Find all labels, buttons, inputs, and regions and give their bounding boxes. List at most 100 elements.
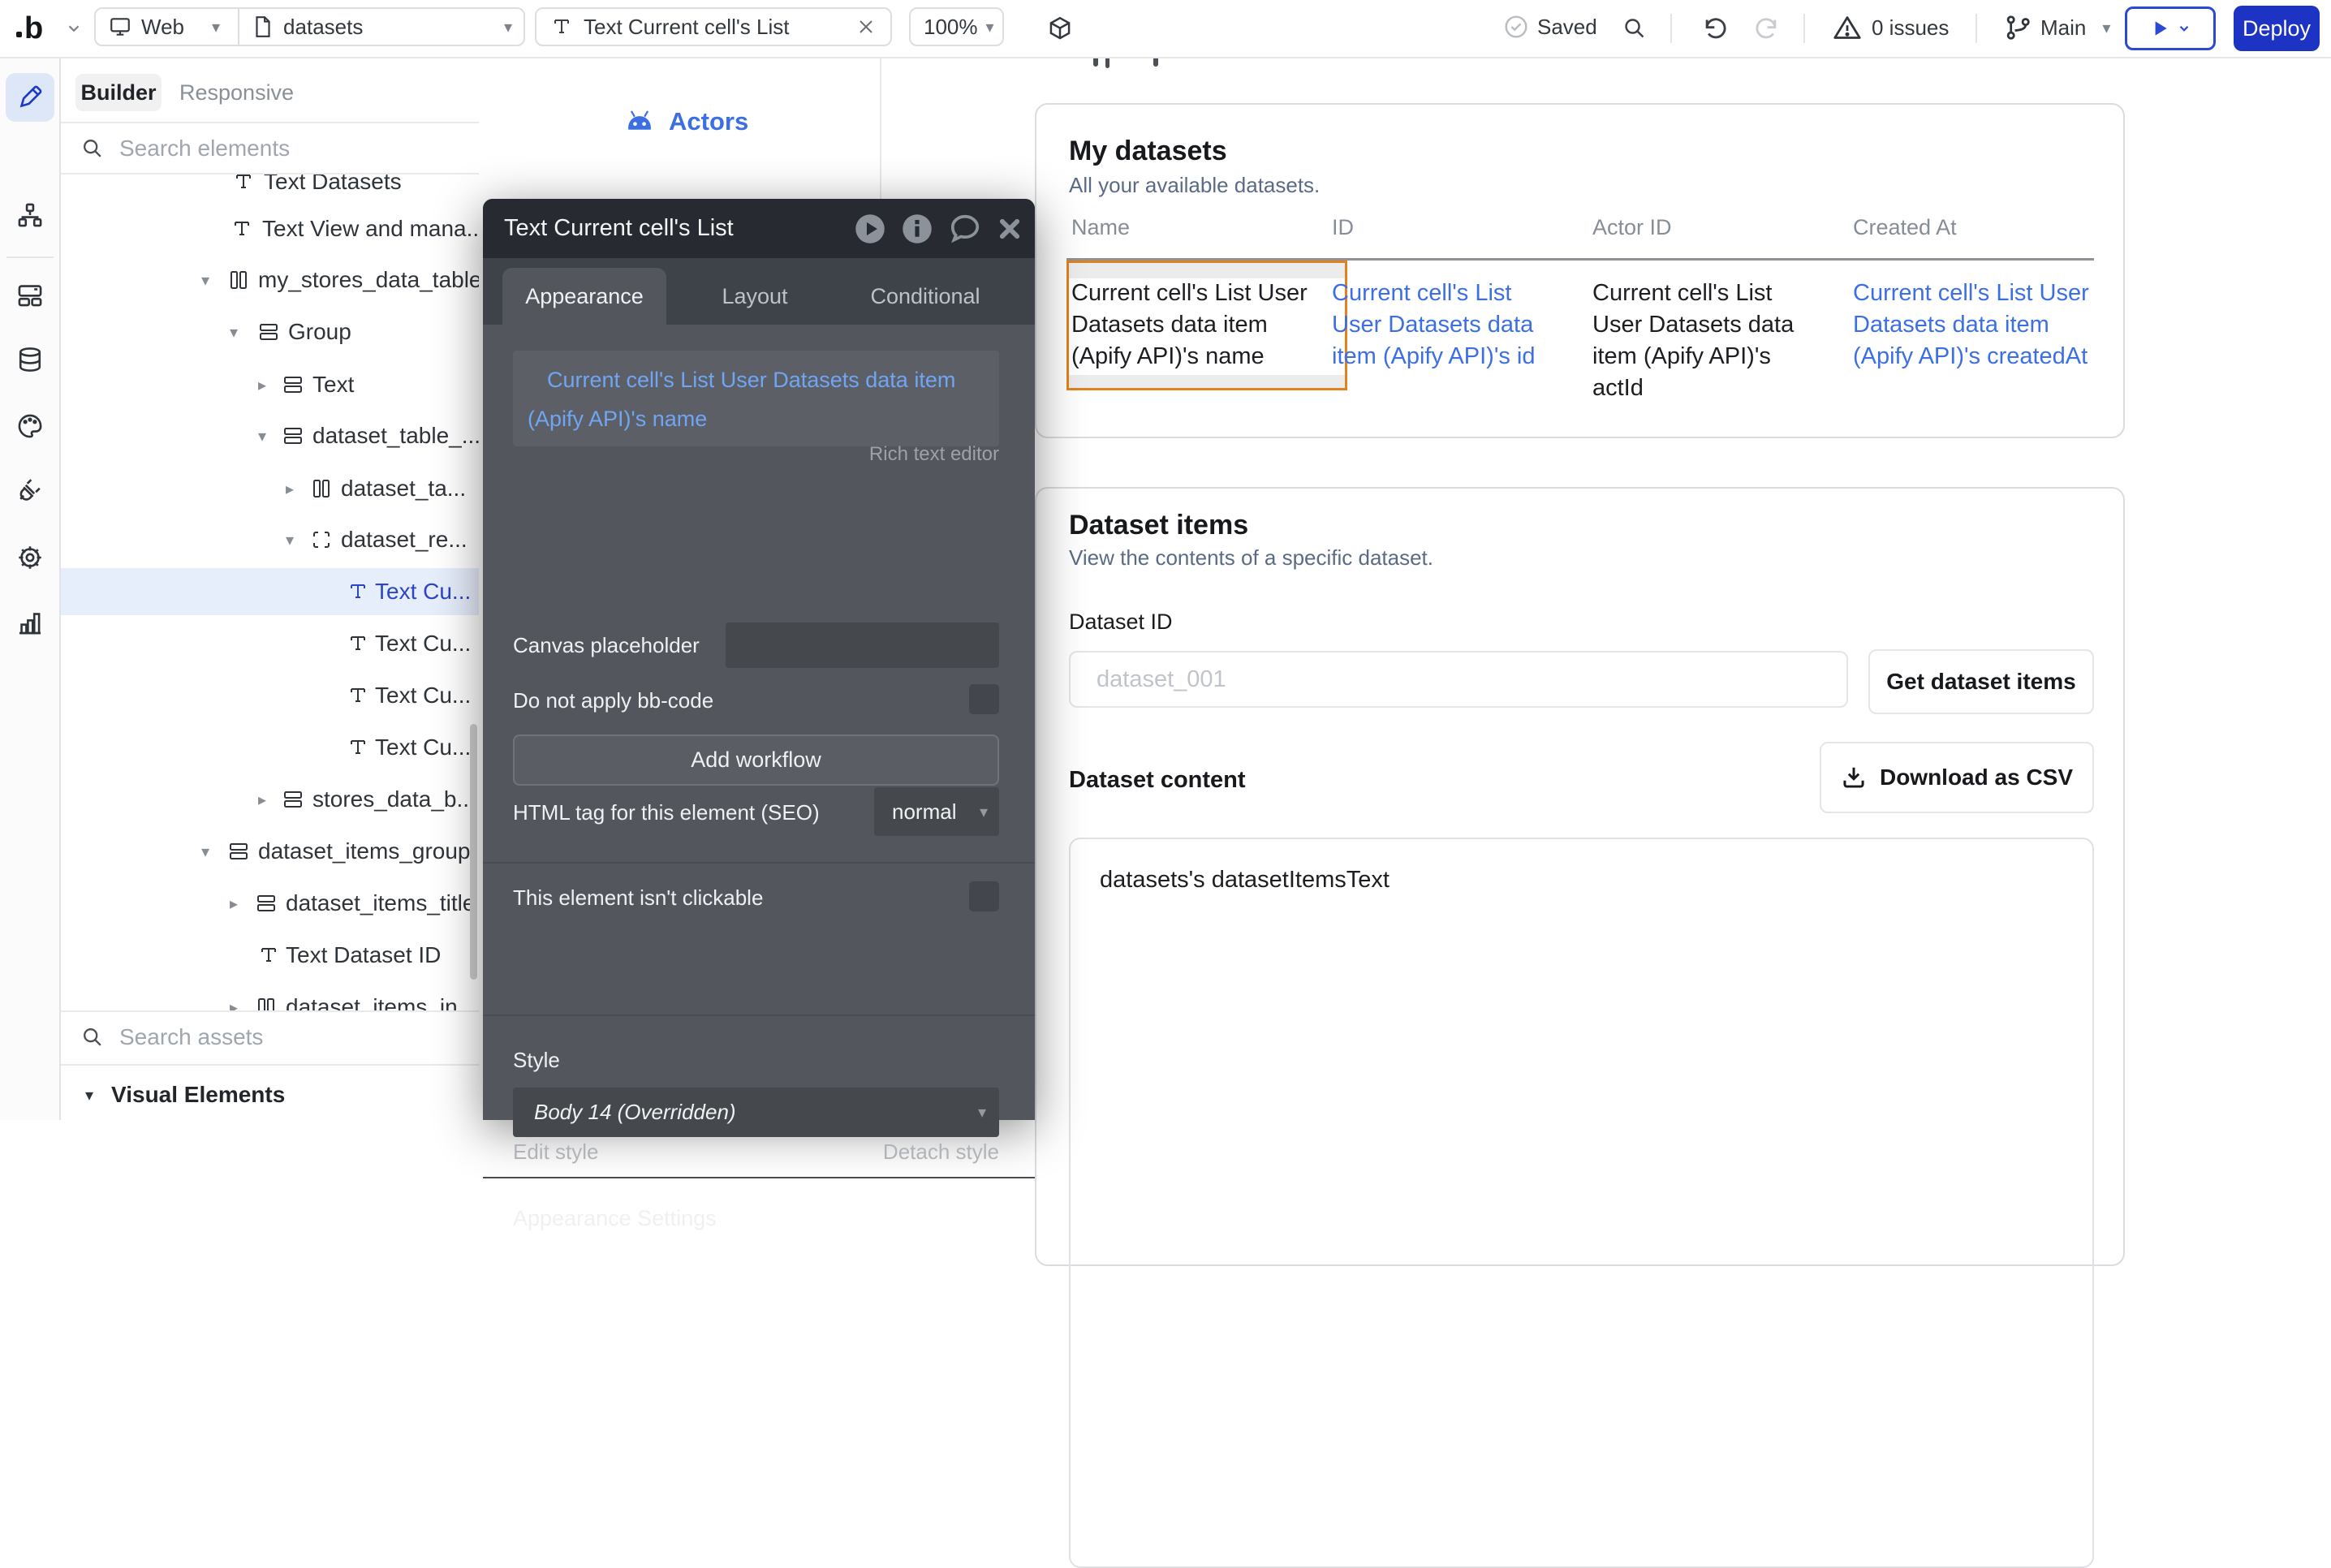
get-dataset-items-button[interactable]: Get dataset items bbox=[1868, 649, 2094, 714]
tab-layout[interactable]: Layout bbox=[678, 268, 832, 325]
table-cell-created-at[interactable]: Current cell's List User Datasets data i… bbox=[1853, 278, 2114, 373]
rich-text-field[interactable]: Current cell's List User Datasets data i… bbox=[513, 351, 999, 446]
deploy-button[interactable]: Deploy bbox=[2234, 6, 2320, 51]
element-tab[interactable]: Text Current cell's List bbox=[535, 7, 892, 46]
comment-icon[interactable] bbox=[947, 211, 983, 247]
expand-arrow-icon[interactable]: ▸ bbox=[258, 776, 266, 823]
platform-chevron-icon[interactable]: ▾ bbox=[212, 17, 220, 37]
html-tag-dropdown[interactable]: normal ▾ bbox=[874, 787, 999, 836]
package-icon[interactable] bbox=[1045, 15, 1075, 44]
undo-icon[interactable] bbox=[1700, 15, 1727, 42]
data-tab-button[interactable] bbox=[6, 335, 54, 384]
table-cell-id[interactable]: Current cell's List User Datasets data i… bbox=[1332, 278, 1553, 373]
dataset-id-field[interactable]: dataset_001 bbox=[1069, 651, 1848, 708]
logo-chevron-icon[interactable] bbox=[65, 19, 83, 37]
pencil-icon bbox=[16, 84, 44, 111]
tree-item[interactable]: Text View and mana... bbox=[61, 205, 479, 252]
visual-elements-section[interactable]: ▾ Visual Elements bbox=[61, 1070, 479, 1120]
search-assets-input[interactable] bbox=[118, 1023, 479, 1051]
group-element-icon bbox=[282, 425, 304, 446]
styles-tab-button[interactable] bbox=[6, 402, 54, 450]
zoom-selector[interactable]: 100% ▾ bbox=[909, 7, 1004, 46]
tree-item[interactable]: ▾ dataset_table_... bbox=[61, 412, 479, 459]
style-dropdown[interactable]: Body 14 (Overridden) ▾ bbox=[513, 1088, 999, 1137]
settings-tab-button[interactable] bbox=[6, 533, 54, 582]
tree-item[interactable]: Text Datasets bbox=[61, 174, 479, 205]
appearance-settings-label[interactable]: Appearance Settings bbox=[513, 1206, 717, 1231]
collapse-arrow-icon[interactable]: ▾ bbox=[201, 828, 209, 875]
rich-text-editor-link[interactable]: Rich text editor bbox=[869, 443, 999, 466]
database-icon bbox=[16, 346, 44, 373]
tab-conditional[interactable]: Conditional bbox=[848, 268, 1002, 325]
tree-item[interactable]: ▾ my_stores_data_table bbox=[61, 256, 479, 304]
page-icon bbox=[252, 15, 274, 38]
bbcode-checkbox[interactable] bbox=[969, 684, 999, 714]
info-icon[interactable] bbox=[900, 212, 934, 246]
tree-item[interactable]: ▸ dataset_ta... bbox=[61, 465, 479, 512]
gear-icon bbox=[16, 544, 44, 571]
tree-item[interactable]: ▸ dataset_items_title bbox=[61, 880, 479, 927]
tree-item[interactable]: ▸ Text bbox=[61, 361, 479, 408]
tree-item[interactable]: Text Cu... bbox=[61, 620, 479, 667]
tree-item-selected[interactable]: Text Cu... bbox=[61, 568, 479, 615]
download-csv-button[interactable]: Download as CSV bbox=[1820, 742, 2094, 813]
branch-label: Main bbox=[2040, 15, 2086, 41]
warning-triangle-icon bbox=[1833, 13, 1862, 42]
not-clickable-checkbox-label: This element isn't clickable bbox=[513, 885, 763, 911]
group-element-icon bbox=[258, 321, 279, 342]
tree-item[interactable]: ▾ Group bbox=[61, 308, 479, 355]
branch-selector[interactable]: Main ▾ bbox=[2003, 13, 2118, 42]
collapse-arrow-icon[interactable]: ▾ bbox=[258, 412, 266, 459]
property-editor-header[interactable]: Text Current cell's List bbox=[483, 199, 1035, 258]
tab-appearance[interactable]: Appearance bbox=[502, 268, 666, 325]
edit-style-link[interactable]: Edit style bbox=[513, 1139, 599, 1165]
canvas-placeholder-input[interactable] bbox=[726, 622, 999, 668]
add-workflow-button[interactable]: Add workflow bbox=[513, 734, 999, 786]
search-elements-input[interactable] bbox=[118, 135, 479, 162]
design-tab-button[interactable] bbox=[6, 73, 54, 122]
collapse-arrow-icon: ▾ bbox=[85, 1085, 93, 1105]
bubble-logo[interactable]: b bbox=[16, 11, 43, 46]
table-cell-name[interactable]: Current cell's List User Datasets data i… bbox=[1071, 278, 1333, 373]
tree-item[interactable]: ▾ dataset_items_group bbox=[61, 828, 479, 875]
search-icon[interactable] bbox=[1622, 15, 1648, 41]
collapse-arrow-icon[interactable]: ▾ bbox=[286, 516, 294, 563]
tree-item[interactable]: ▾ dataset_re... bbox=[61, 516, 479, 563]
detach-style-link[interactable]: Detach style bbox=[883, 1139, 999, 1165]
collapse-arrow-icon[interactable]: ▾ bbox=[201, 256, 209, 304]
close-icon[interactable] bbox=[996, 215, 1023, 243]
palette-icon bbox=[16, 412, 44, 440]
tab-responsive[interactable]: Responsive bbox=[179, 74, 294, 111]
not-clickable-checkbox[interactable] bbox=[969, 881, 999, 911]
run-icon[interactable] bbox=[853, 212, 887, 246]
page-chevron-icon[interactable]: ▾ bbox=[504, 17, 512, 37]
collapse-arrow-icon[interactable]: ▾ bbox=[230, 308, 238, 355]
dataset-content-text[interactable]: datasets's datasetItemsText bbox=[1100, 867, 1390, 894]
platform-page-selector: Web ▾ datasets ▾ bbox=[94, 7, 525, 46]
expand-arrow-icon[interactable]: ▸ bbox=[258, 361, 266, 408]
expand-arrow-icon[interactable]: ▸ bbox=[230, 880, 238, 927]
sidebar-item-actors[interactable]: Actors bbox=[623, 107, 748, 136]
logs-tab-button[interactable] bbox=[6, 598, 54, 647]
expand-arrow-icon[interactable]: ▸ bbox=[286, 465, 294, 512]
tree-item[interactable]: Text Cu... bbox=[61, 672, 479, 719]
chevron-down-icon: ▾ bbox=[978, 1102, 986, 1122]
sitemap-tab-button[interactable] bbox=[6, 191, 54, 239]
table-cell-actor-id[interactable]: Current cell's List User Datasets data i… bbox=[1592, 278, 1813, 404]
components-tab-button[interactable] bbox=[6, 270, 54, 319]
tree-item[interactable]: ▸ stores_data_b... bbox=[61, 776, 479, 823]
platform-label[interactable]: Web bbox=[141, 15, 184, 40]
tree-item[interactable]: ▸ dataset_items_in... bbox=[61, 984, 479, 1010]
preview-button[interactable] bbox=[2125, 6, 2216, 50]
tree-scrollbar[interactable] bbox=[470, 724, 477, 980]
tree-item[interactable]: Text Dataset ID bbox=[61, 932, 479, 979]
expand-arrow-icon[interactable]: ▸ bbox=[230, 984, 238, 1010]
plugins-tab-button[interactable] bbox=[6, 465, 54, 514]
issues-indicator[interactable]: 0 issues bbox=[1833, 13, 1949, 42]
page-selector-label[interactable]: datasets bbox=[283, 15, 363, 40]
tree-item[interactable]: Text Cu... bbox=[61, 724, 479, 771]
tab-builder[interactable]: Builder bbox=[75, 74, 162, 111]
close-tab-icon[interactable] bbox=[856, 17, 876, 37]
git-branch-icon bbox=[2003, 13, 2032, 42]
redo-icon[interactable] bbox=[1755, 15, 1782, 42]
